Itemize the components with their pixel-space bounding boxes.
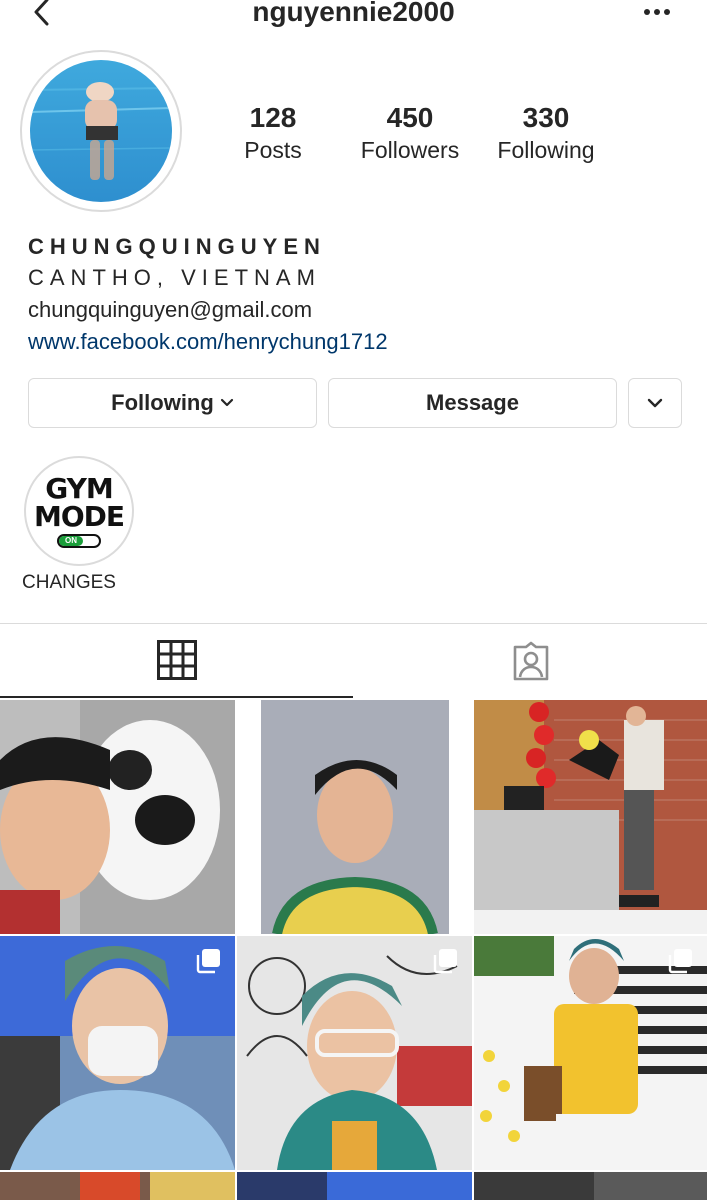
post-thumbnail[interactable] [474,936,707,1170]
tab-tagged[interactable] [354,624,707,698]
gym-mode-cover: GYM MODE ON [32,464,126,558]
post-thumbnail[interactable] [474,1172,707,1200]
message-button-label: Message [426,390,519,415]
chevron-down-icon [647,398,663,408]
post-thumbnail[interactable] [0,1172,235,1200]
post-thumbnail[interactable] [0,700,235,934]
chevron-down-icon [220,398,233,407]
more-options-button[interactable] [637,0,677,30]
story-highlight[interactable]: GYM MODE ON CHANGES [22,456,134,594]
post-thumbnail[interactable] [237,1172,472,1200]
followers-count-value: 450 [386,102,434,133]
message-button[interactable]: Message [328,378,617,428]
posts-count-label: Posts [244,137,302,163]
following-count[interactable]: 330 Following [476,100,616,164]
followers-count-label: Followers [360,137,460,163]
bio-email: chungquinguyen@gmail.com [28,297,313,322]
toggle-on-label: ON [59,535,83,546]
profile-stats: 128 Posts 450 Followers 330 Following [205,100,675,170]
post-thumbnail[interactable] [0,936,235,1170]
toggle-icon: ON [57,533,101,548]
followers-count[interactable]: 450 Followers [340,100,480,164]
grid-icon [156,640,197,680]
profile-bio: CHUNGQUINGUYEN CANTHO, VIETNAM chungquin… [28,232,688,358]
tagged-person-icon [513,641,548,681]
highlight-label: CHANGES [22,572,116,593]
bio-location: CANTHO, VIETNAM [28,265,321,290]
posts-count[interactable]: 128 Posts [203,100,343,164]
profile-avatar[interactable] [20,50,182,212]
bio-name: CHUNGQUINGUYEN [28,234,326,259]
post-thumbnail[interactable] [237,700,472,934]
profile-username-title: nguyennie2000 [252,0,455,27]
multiple-photos-icon [433,949,457,974]
more-horizontal-icon [644,9,670,15]
following-count-label: Following [497,137,595,163]
highlight-cover: GYM MODE ON [24,456,134,566]
posts-grid [0,700,707,1200]
cover-line1: GYM [45,471,114,505]
tab-posts-grid[interactable] [0,624,353,698]
following-button-label: Following [111,390,214,415]
suggested-accounts-button[interactable] [628,378,682,428]
top-bar: nguyennie2000 [0,0,707,36]
cover-line2: MODE [33,499,125,533]
post-thumbnail[interactable] [237,936,472,1170]
multiple-photos-icon [668,949,692,974]
multiple-photos-icon [196,949,220,974]
post-thumbnail[interactable] [474,700,707,934]
avatar-image [30,60,172,202]
following-count-value: 330 [522,102,570,133]
bio-website-link[interactable]: www.facebook.com/henrychung1712 [28,326,688,358]
following-button[interactable]: Following [28,378,317,428]
profile-tabs [0,623,707,699]
posts-count-value: 128 [249,102,297,133]
